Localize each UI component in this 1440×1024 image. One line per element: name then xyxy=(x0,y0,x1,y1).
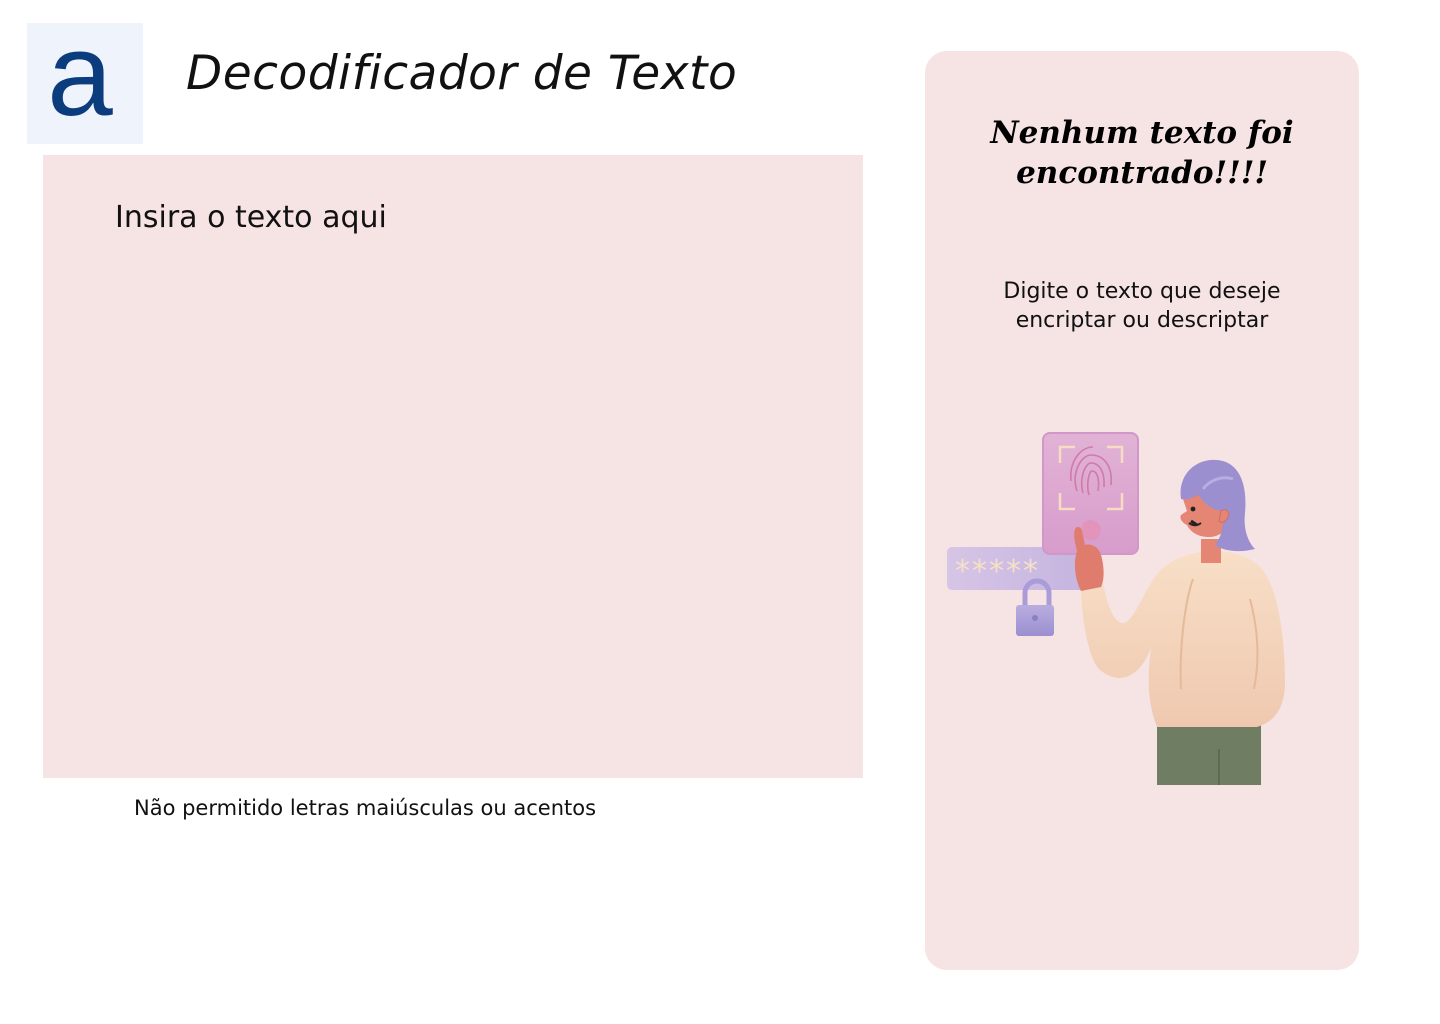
logo-letter: a xyxy=(47,8,113,141)
fingerprint-card xyxy=(1042,432,1139,555)
output-subtitle: Digite o texto que deseje encriptar ou d… xyxy=(1003,279,1281,333)
app-logo: a xyxy=(27,16,143,144)
output-title: Nenhum texto foi encontrado!!!! xyxy=(990,115,1294,191)
input-hint: Não permitido letras maiúsculas ou acent… xyxy=(134,796,597,820)
output-panel: Nenhum texto foi encontrado!!!! Digite o… xyxy=(925,51,1359,970)
page-title: Decodificador de Texto xyxy=(186,46,738,101)
text-input[interactable] xyxy=(43,155,863,778)
person-fingerprint-illustration-icon: ***** xyxy=(947,432,1285,785)
